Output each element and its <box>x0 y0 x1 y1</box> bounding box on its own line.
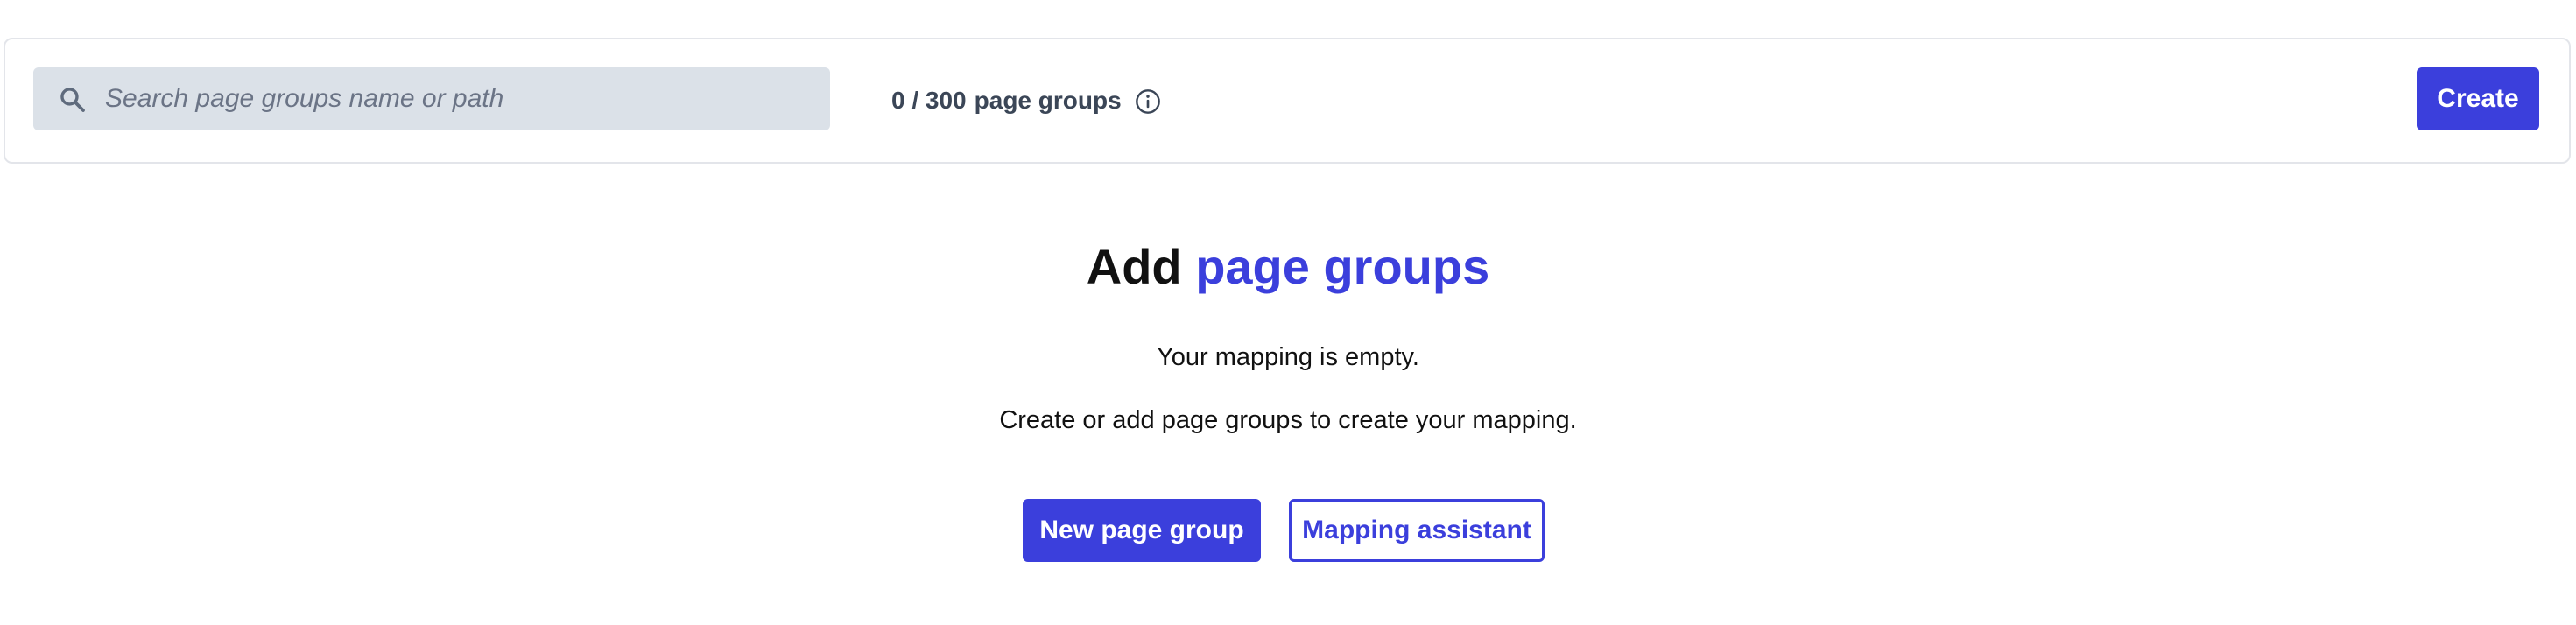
empty-state-title-accent: page groups <box>1195 239 1490 294</box>
info-icon[interactable] <box>1134 88 1162 116</box>
empty-state-hint: Create or add page groups to create your… <box>999 406 1577 434</box>
create-button[interactable]: Create <box>2417 67 2539 130</box>
search-input[interactable] <box>105 67 806 130</box>
page-groups-toolbar: 0 / 300 page groups Create <box>4 38 2571 164</box>
search-icon <box>60 88 85 112</box>
page-groups-count-value: 0 / 300 <box>891 87 967 114</box>
empty-state-message: Your mapping is empty. <box>1157 343 1419 371</box>
new-page-group-button[interactable]: New page group <box>1023 499 1261 562</box>
page-groups-count: 0 / 300 page groups <box>891 83 1122 118</box>
search-box[interactable] <box>33 67 830 130</box>
empty-state-title-prefix: Add <box>1086 239 1182 294</box>
page-groups-count-label: page groups <box>974 87 1122 114</box>
mapping-assistant-button[interactable]: Mapping assistant <box>1289 499 1545 562</box>
empty-state-title: Add page groups <box>0 238 2576 295</box>
